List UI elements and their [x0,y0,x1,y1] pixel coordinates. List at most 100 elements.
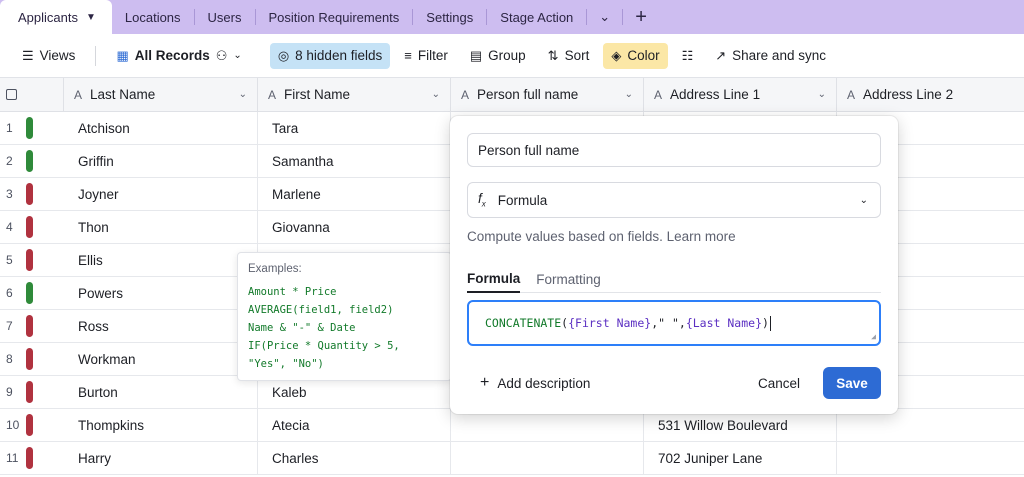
tab-formatting[interactable]: Formatting [536,266,601,293]
save-button[interactable]: Save [823,367,881,399]
column-header-address-line-1[interactable]: A Address Line 1 ⌄ [644,78,837,111]
row-number-cell: 6 [0,277,64,309]
row-number-cell: 4 [0,211,64,243]
column-header-last-name[interactable]: A Last Name ⌄ [64,78,258,111]
formula-examples-tooltip: Examples: Amount * Price AVERAGE(field1,… [237,252,452,381]
example-line: Name & "-" & Date [248,322,356,334]
filter-button[interactable]: ≡ Filter [396,43,456,69]
last-name-cell[interactable]: Ross [64,310,258,342]
first-name-cell[interactable]: Tara [258,112,451,144]
address-line-1-cell[interactable]: 702 Juniper Lane [644,442,837,474]
row-number-cell: 2 [0,145,64,177]
last-name-cell[interactable]: Atchison [64,112,258,144]
column-header-person-full-name[interactable]: A Person full name ⌄ [451,78,644,111]
address-line-2-cell[interactable] [837,442,1024,474]
tab-users[interactable]: Users [195,0,255,34]
more-tables-chevron-icon[interactable]: ⌄ [587,0,622,34]
example-line: IF(Price * Quantity > 5, [248,340,400,352]
last-name-cell[interactable]: Joyner [64,178,258,210]
column-header-address-line-2[interactable]: A Address Line 2 [837,78,1024,111]
last-name-cell[interactable]: Thompkins [64,409,258,441]
hidden-fields-label: 8 hidden fields [295,48,383,63]
column-title: Person full name [477,87,579,102]
field-name-input[interactable]: Person full name [467,133,881,167]
column-title: Address Line 2 [863,87,954,102]
sort-button[interactable]: ⇅ Sort [540,43,598,69]
view-switcher-button[interactable]: ▦ All Records ⚇ ⌄ [108,43,249,69]
row-height-button[interactable]: ☷ [674,43,702,69]
filter-icon: ≡ [404,48,412,63]
last-name-cell[interactable]: Harry [64,442,258,474]
resize-grip-icon[interactable]: ◢ [871,332,876,341]
row-number-cell: 5 [0,244,64,276]
field-type-value: Formula [497,192,548,208]
formula-field-ref: {First Name} [568,316,652,330]
filter-label: Filter [417,48,448,63]
last-name-cell[interactable]: Ellis [64,244,258,276]
cancel-button[interactable]: Cancel [748,367,810,399]
tab-settings[interactable]: Settings [413,0,486,34]
row-height-icon: ☷ [681,48,694,63]
status-color-bar [26,447,33,469]
row-number-cell: 3 [0,178,64,210]
first-name-cell[interactable]: Samantha [258,145,451,177]
status-color-bar [26,315,33,337]
chevron-down-icon[interactable]: ⌄ [625,89,633,100]
first-name-cell[interactable]: Marlene [258,178,451,210]
row-number-cell: 8 [0,343,64,375]
text-field-icon: A [654,87,663,102]
row-number-cell: 11 [0,442,64,474]
tab-applicants[interactable]: Applicants ▼ [0,0,112,34]
collaborators-icon: ⚇ [215,48,228,63]
first-name-cell[interactable]: Atecia [258,409,451,441]
select-all-header [0,78,64,111]
group-button[interactable]: ▤ Group [462,43,534,69]
first-name-cell[interactable]: Charles [258,442,451,474]
tab-formula[interactable]: Formula [467,266,521,293]
add-description-button[interactable]: + Add description [480,374,590,392]
color-button[interactable]: ◈ Color [603,42,668,69]
last-name-cell[interactable]: Burton [64,376,258,408]
text-field-icon: A [74,87,83,102]
formula-editor[interactable]: CONCATENATE({First Name} ," ", {Last Name}… [467,300,881,346]
table-row[interactable]: 11 Harry Charles 702 Juniper Lane [0,442,1024,475]
toolbar-divider [95,45,97,66]
row-number: 1 [6,121,13,135]
eye-slash-icon: ◎ [277,48,290,63]
hide-fields-button[interactable]: ◎ 8 hidden fields [269,42,391,69]
field-type-select[interactable]: fx Formula ⌄ [467,182,881,218]
last-name-cell[interactable]: Griffin [64,145,258,177]
formula-separator: ," ", [651,316,686,330]
chevron-down-icon[interactable]: ⌄ [239,89,247,100]
examples-title: Examples: [248,263,302,275]
select-all-checkbox[interactable] [6,89,17,100]
chevron-down-icon[interactable]: ⌄ [818,89,826,100]
last-name-cell[interactable]: Thon [64,211,258,243]
add-table-plus-icon[interactable]: + [623,0,659,34]
person-full-name-cell[interactable] [451,442,644,474]
column-header-first-name[interactable]: A First Name ⌄ [258,78,451,111]
share-sync-button[interactable]: ↗ Share and sync [707,43,834,69]
group-icon: ▤ [469,48,483,63]
add-description-label: Add description [497,375,591,391]
hint-text: Compute values based on fields. [467,229,663,244]
column-title: Last Name [90,87,156,102]
tab-stage-action[interactable]: Stage Action [487,0,586,34]
chevron-down-icon[interactable]: ⌄ [432,89,440,100]
tab-locations[interactable]: Locations [112,0,194,34]
last-name-cell[interactable]: Powers [64,277,258,309]
chevron-down-icon[interactable]: ▼ [86,12,96,23]
hamburger-menu-icon: ☰ [22,48,34,63]
learn-more-link[interactable]: Learn more [667,229,736,244]
status-color-bar [26,216,33,238]
text-cursor [769,315,771,331]
status-color-bar [26,348,33,370]
last-name-cell[interactable]: Workman [64,343,258,375]
first-name-cell[interactable]: Giovanna [258,211,451,243]
tab-position-requirements[interactable]: Position Requirements [256,0,413,34]
tab-label: Settings [426,9,474,25]
row-number-cell: 1 [0,112,64,144]
views-button[interactable]: ☰ Views [14,43,83,69]
status-color-bar [26,282,33,304]
text-field-icon: A [847,87,856,102]
